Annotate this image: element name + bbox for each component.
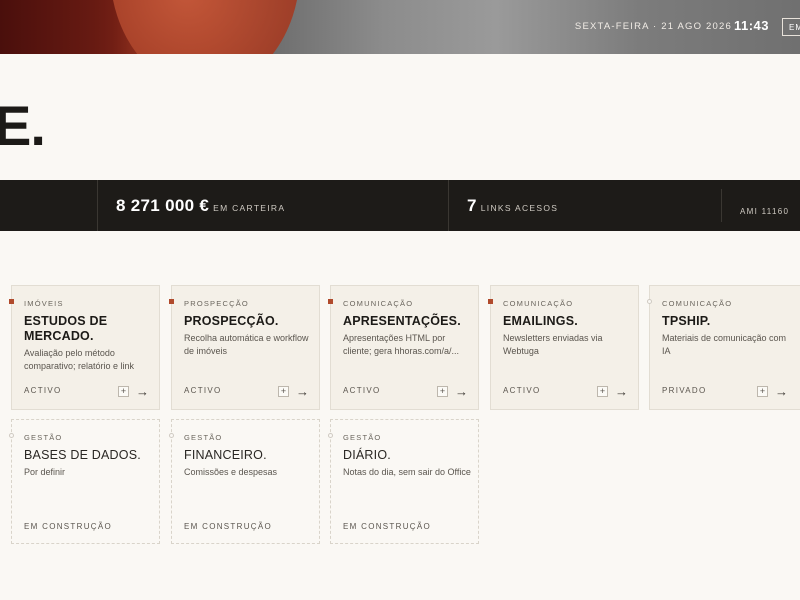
card-title: ESTUDOS DE MERCADO.: [24, 314, 108, 343]
card-description: Avaliação pelo método comparativo; relat…: [24, 348, 135, 371]
status-marker: [488, 299, 493, 304]
card-bases-de-dados[interactable]: GESTÃO BASES DE DADOS. Por definir EM CO…: [9, 419, 160, 544]
card-emailings[interactable]: COMUNICAÇÃO EMAILINGS. Newsletters envia…: [488, 285, 639, 410]
header-time: 11:43: [733, 18, 769, 33]
card-description: Recolha automática e workflow de imóveis: [184, 333, 309, 356]
card-status: ACTIVO: [24, 386, 62, 395]
card-status: PRIVADO: [662, 386, 707, 395]
header-date: SEXTA-FEIRA · 21 AGO 2026: [574, 21, 732, 32]
header-decoration: [0, 0, 130, 54]
card-tpship[interactable]: COMUNICAÇÃO TPSHIP. Materiais de comunic…: [647, 285, 800, 410]
arrow-right-icon[interactable]: →: [455, 384, 468, 399]
header-decoration-shape: [110, 0, 300, 54]
card-status: ACTIVO: [343, 386, 381, 395]
card-apresentacoes[interactable]: COMUNICAÇÃO APRESENTAÇÕES. Apresentações…: [328, 285, 479, 410]
card-status: EM CONSTRUÇÃO: [24, 522, 113, 531]
card-title: TPSHIP.: [662, 314, 711, 328]
add-button[interactable]: +: [757, 386, 768, 397]
card-title: FINANCEIRO.: [184, 448, 267, 462]
card-category: COMUNICAÇÃO: [503, 299, 574, 308]
add-button[interactable]: +: [278, 386, 289, 397]
status-marker: [647, 299, 652, 304]
stat-portfolio-label: EM CARTEIRA: [213, 203, 286, 213]
arrow-right-icon[interactable]: →: [296, 384, 309, 399]
stat-portfolio-value: 8 271 000 €: [116, 196, 210, 215]
card-title: APRESENTAÇÕES.: [343, 314, 461, 328]
status-marker: [328, 299, 333, 304]
card-status: ACTIVO: [184, 386, 222, 395]
card-category: GESTÃO: [24, 433, 63, 442]
arrow-right-icon[interactable]: →: [136, 384, 149, 399]
add-button[interactable]: +: [597, 386, 608, 397]
stats-divider: [448, 180, 449, 231]
stat-ami: AMI 11160: [740, 201, 789, 219]
add-button[interactable]: +: [118, 386, 129, 397]
ami-label: AMI 11160: [740, 207, 790, 216]
card-status: EM CONSTRUÇÃO: [343, 522, 432, 531]
status-marker: [169, 433, 174, 438]
card-estudos-de-mercado[interactable]: IMÓVEIS ESTUDOS DE MERCADO. Avaliação pe…: [9, 285, 160, 410]
status-marker: [9, 433, 14, 438]
card-category: COMUNICAÇÃO: [662, 299, 733, 308]
status-marker: [328, 433, 333, 438]
card-title: PROSPECÇÃO.: [184, 314, 279, 328]
stat-portfolio: 8 271 000 € EM CARTEIRA: [116, 196, 285, 216]
arrow-right-icon[interactable]: →: [615, 384, 628, 399]
card-description: Notas do dia, sem sair do Office: [343, 467, 471, 477]
add-button[interactable]: +: [437, 386, 448, 397]
header-button[interactable]: EM: [782, 18, 800, 36]
card-description: Materiais de comunicação com IA: [662, 333, 787, 356]
page-title: E.: [0, 94, 46, 157]
card-title: DIÁRIO.: [343, 448, 391, 462]
status-marker: [169, 299, 174, 304]
stat-links-value: 7: [467, 196, 477, 215]
stat-links: 7 LINKS ACESOS: [467, 196, 558, 216]
card-category: GESTÃO: [343, 433, 382, 442]
card-diario[interactable]: GESTÃO DIÁRIO. Notas do dia, sem sair do…: [328, 419, 479, 544]
card-description: Apresentações HTML por cliente; gera hho…: [343, 333, 460, 356]
card-category: COMUNICAÇÃO: [343, 299, 414, 308]
top-header: SEXTA-FEIRA · 21 AGO 2026 11:43 EM: [0, 0, 800, 54]
stats-divider: [97, 180, 98, 231]
card-category: GESTÃO: [184, 433, 223, 442]
card-category: IMÓVEIS: [24, 299, 64, 308]
card-title: EMAILINGS.: [503, 314, 578, 328]
card-prospeccao[interactable]: PROSPECÇÃO PROSPECÇÃO. Recolha automátic…: [169, 285, 320, 410]
stats-bar: 8 271 000 € EM CARTEIRA 7 LINKS ACESOS AMI…: [0, 180, 800, 231]
card-description: Por definir: [24, 467, 66, 477]
card-financeiro[interactable]: GESTÃO FINANCEIRO. Comissões e despesas …: [169, 419, 320, 544]
card-status: EM CONSTRUÇÃO: [184, 522, 273, 531]
card-title: BASES DE DADOS.: [24, 448, 141, 462]
status-marker: [9, 299, 14, 304]
stats-divider: [721, 189, 722, 222]
card-description: Comissões e despesas: [184, 467, 278, 477]
card-status: ACTIVO: [503, 386, 541, 395]
card-description: Newsletters enviadas via Webtuga: [503, 333, 603, 356]
arrow-right-icon[interactable]: →: [775, 384, 788, 399]
card-category: PROSPECÇÃO: [184, 299, 249, 308]
stat-links-label: LINKS ACESOS: [480, 203, 559, 213]
